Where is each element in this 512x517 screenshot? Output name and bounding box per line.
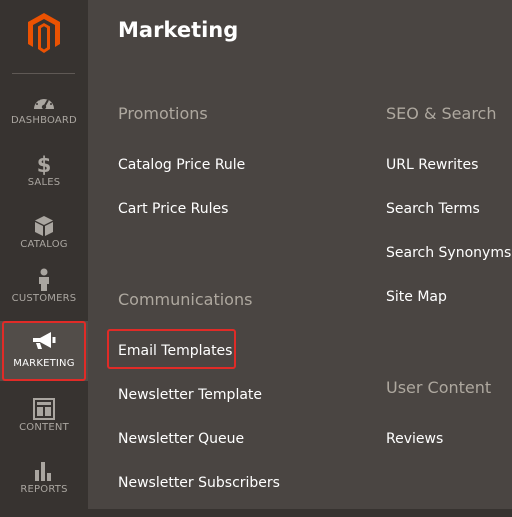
marketing-submenu-panel: Marketing Promotions Catalog Price Rule …: [88, 0, 512, 509]
sidebar-item-label: DASHBOARD: [11, 115, 77, 126]
section-title-user-content: User Content: [386, 378, 492, 397]
dashboard-icon: [0, 90, 88, 114]
sidebar-item-catalog[interactable]: CATALOG: [0, 210, 88, 272]
sidebar-item-label: SALES: [27, 177, 61, 188]
link-site-map[interactable]: Site Map: [386, 289, 447, 305]
sidebar-item-label: REPORTS: [20, 484, 68, 495]
link-search-synonyms[interactable]: Search Synonyms: [386, 245, 511, 261]
sidebar-item-sales[interactable]: $ SALES: [0, 148, 88, 210]
sidebar-item-customers[interactable]: CUSTOMERS: [0, 264, 88, 326]
link-reviews[interactable]: Reviews: [386, 431, 443, 447]
link-newsletter-queue[interactable]: Newsletter Queue: [118, 431, 244, 447]
sidebar-item-label: MARKETING: [13, 358, 75, 369]
link-newsletter-subscribers[interactable]: Newsletter Subscribers: [118, 475, 280, 491]
sidebar-item-label: CUSTOMERS: [11, 293, 77, 304]
sidebar-item-label: CONTENT: [19, 422, 69, 433]
sidebar-divider: [12, 73, 75, 74]
svg-text:$: $: [37, 153, 52, 175]
admin-sidebar: DASHBOARD $ SALES CATALOG CUSTOMERS MARK…: [0, 0, 88, 509]
link-newsletter-template[interactable]: Newsletter Template: [118, 387, 262, 403]
sidebar-item-marketing[interactable]: MARKETING: [0, 321, 88, 381]
dollar-icon: $: [0, 152, 88, 176]
bar-chart-icon: [0, 459, 88, 483]
sidebar-item-content[interactable]: CONTENT: [0, 393, 88, 455]
box-icon: [0, 214, 88, 238]
section-title-communications: Communications: [118, 290, 253, 309]
panel-title: Marketing: [118, 18, 239, 42]
sidebar-item-reports[interactable]: REPORTS: [0, 455, 88, 517]
sidebar-item-dashboard[interactable]: DASHBOARD: [0, 86, 88, 148]
section-title-seo-search: SEO & Search: [386, 104, 497, 123]
sidebar-item-label: CATALOG: [20, 239, 68, 250]
person-icon: [0, 268, 88, 292]
section-title-promotions: Promotions: [118, 104, 208, 123]
magento-logo-icon[interactable]: [26, 12, 62, 54]
layout-icon: [0, 397, 88, 421]
megaphone-icon: [0, 329, 88, 353]
link-email-templates[interactable]: Email Templates: [118, 343, 232, 359]
link-cart-price-rules[interactable]: Cart Price Rules: [118, 201, 228, 217]
link-url-rewrites[interactable]: URL Rewrites: [386, 157, 478, 173]
link-search-terms[interactable]: Search Terms: [386, 201, 480, 217]
link-catalog-price-rule[interactable]: Catalog Price Rule: [118, 157, 245, 173]
